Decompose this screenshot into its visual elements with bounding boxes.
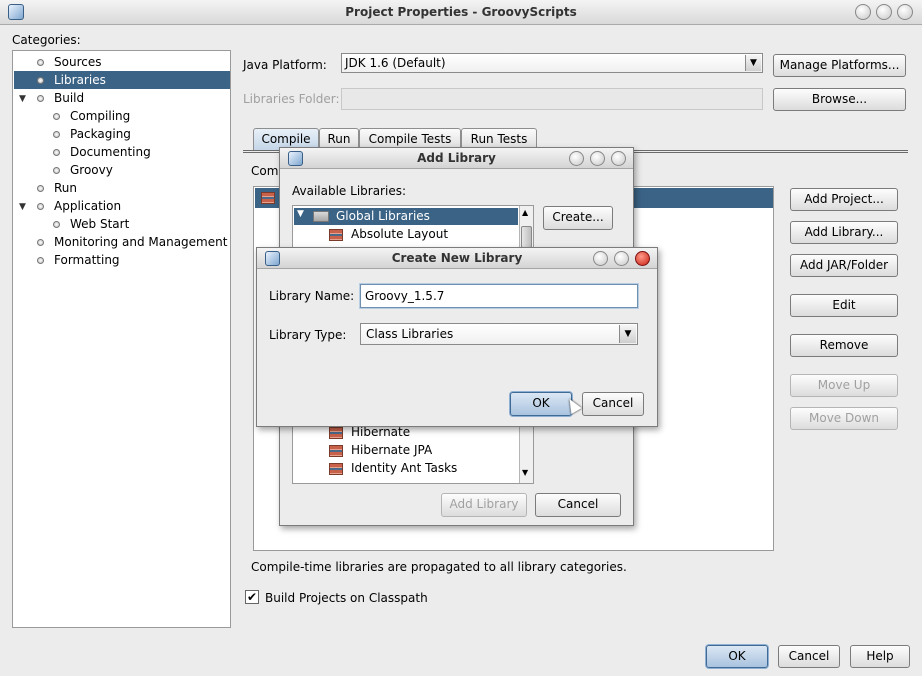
close-button[interactable]	[611, 151, 626, 166]
close-button[interactable]	[635, 251, 650, 266]
dropdown-arrow-icon: ▼	[619, 325, 636, 343]
node-icon	[37, 59, 44, 66]
scroll-down-icon[interactable]: ▼	[522, 468, 528, 477]
category-formatting[interactable]: Formatting	[37, 251, 120, 269]
node-icon	[53, 131, 60, 138]
category-monitoring[interactable]: Monitoring and Management	[37, 233, 227, 251]
add-library-button[interactable]: Add Library...	[790, 221, 898, 244]
help-button[interactable]: Help	[850, 645, 910, 668]
categories-tree[interactable]: Sources Libraries ▼ Build Compiling Pack…	[12, 50, 231, 628]
add-library-cancel-button[interactable]: Cancel	[535, 493, 621, 517]
expand-arrow-icon[interactable]: ▼	[19, 94, 26, 104]
node-icon	[37, 185, 44, 192]
node-icon	[37, 95, 44, 102]
library-icon	[329, 228, 343, 241]
folder-icon	[313, 211, 329, 222]
node-icon	[53, 167, 60, 174]
expand-arrow-icon: ▼	[297, 209, 304, 219]
dialog-icon	[265, 251, 280, 266]
edit-button[interactable]: Edit	[790, 294, 898, 317]
library-icon	[329, 444, 343, 457]
category-sources[interactable]: Sources	[37, 53, 101, 71]
dropdown-arrow-icon: ▼	[745, 55, 761, 71]
library-type-label: Library Type:	[269, 328, 347, 342]
java-platform-label: Java Platform:	[243, 58, 327, 72]
minimize-button[interactable]	[855, 4, 871, 20]
category-run[interactable]: Run	[37, 179, 77, 197]
propagation-note: Compile-time libraries are propagated to…	[251, 560, 627, 574]
category-compiling[interactable]: Compiling	[53, 107, 130, 125]
libraries-folder-field[interactable]	[341, 88, 763, 110]
ok-button[interactable]: OK	[706, 645, 768, 668]
node-icon	[37, 77, 44, 84]
create-library-dialog: Create New Library Library Name: Groovy_…	[256, 247, 658, 427]
build-on-classpath-label: Build Projects on Classpath	[265, 591, 428, 605]
library-icon	[329, 426, 343, 439]
cancel-button[interactable]: Cancel	[778, 645, 840, 668]
close-button[interactable]	[897, 4, 913, 20]
dialog-icon	[288, 151, 303, 166]
create-library-button[interactable]: Create...	[543, 206, 613, 230]
manage-platforms-button[interactable]: Manage Platforms...	[773, 54, 906, 77]
library-name-input[interactable]: Groovy_1.5.7	[360, 284, 638, 308]
window-title: Project Properties - GroovyScripts	[345, 5, 577, 19]
categories-label: Categories:	[12, 33, 81, 47]
minimize-button[interactable]	[569, 151, 584, 166]
node-icon	[37, 203, 44, 210]
add-jar-folder-button[interactable]: Add JAR/Folder	[790, 254, 898, 277]
category-build[interactable]: Build	[37, 89, 84, 107]
scroll-up-icon[interactable]: ▲	[522, 208, 528, 217]
node-icon	[37, 239, 44, 246]
java-platform-select[interactable]: JDK 1.6 (Default) ▼	[341, 53, 763, 73]
expand-arrow-icon[interactable]: ▼	[19, 202, 26, 212]
build-on-classpath-checkbox[interactable]: ✔	[245, 590, 259, 604]
maximize-button[interactable]	[590, 151, 605, 166]
move-down-button[interactable]: Move Down	[790, 407, 898, 430]
global-libraries-node[interactable]: ▼ Global Libraries	[294, 208, 518, 225]
compile-libraries-label: Com	[251, 164, 279, 178]
maximize-button[interactable]	[876, 4, 892, 20]
library-name-label: Library Name:	[269, 289, 355, 303]
libraries-folder-label: Libraries Folder:	[243, 92, 340, 106]
list-item[interactable]: Absolute Layout	[329, 225, 448, 243]
create-cancel-button[interactable]: Cancel	[582, 392, 644, 416]
node-icon	[53, 149, 60, 156]
scrollbar-thumb[interactable]	[521, 226, 532, 248]
add-project-button[interactable]: Add Project...	[790, 188, 898, 211]
browse-button[interactable]: Browse...	[773, 88, 906, 111]
maximize-button[interactable]	[614, 251, 629, 266]
library-icon	[329, 462, 343, 475]
remove-button[interactable]: Remove	[790, 334, 898, 357]
library-type-select[interactable]: Class Libraries ▼	[360, 323, 638, 345]
library-icon	[261, 192, 275, 204]
create-ok-button[interactable]: OK	[510, 392, 572, 416]
list-item[interactable]: Identity Ant Tasks	[329, 459, 457, 477]
category-groovy[interactable]: Groovy	[53, 161, 113, 179]
add-library-confirm-button[interactable]: Add Library	[441, 493, 527, 517]
available-libraries-label: Available Libraries:	[292, 184, 406, 198]
category-libraries[interactable]: Libraries	[37, 71, 106, 89]
node-icon	[53, 113, 60, 120]
category-packaging[interactable]: Packaging	[53, 125, 131, 143]
node-icon	[37, 257, 44, 264]
move-up-button[interactable]: Move Up	[790, 374, 898, 397]
node-icon	[53, 221, 60, 228]
minimize-button[interactable]	[593, 251, 608, 266]
category-web-start[interactable]: Web Start	[53, 215, 129, 233]
list-item[interactable]: Hibernate JPA	[329, 441, 432, 459]
window-titlebar: Project Properties - GroovyScripts	[0, 0, 922, 25]
category-documenting[interactable]: Documenting	[53, 143, 151, 161]
category-application[interactable]: Application	[37, 197, 121, 215]
